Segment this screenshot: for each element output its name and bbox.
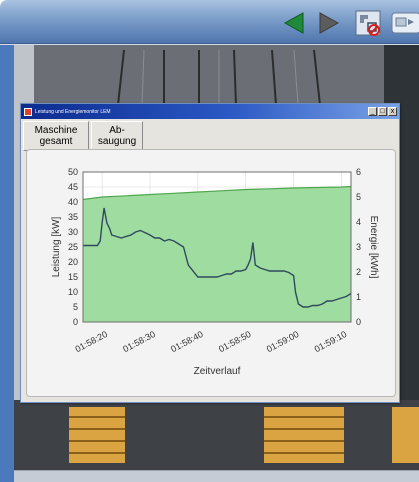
y-tick-label: 20	[68, 257, 78, 267]
power-energy-chart: 05101520253035404550012345601:58:20 01:58…	[51, 167, 379, 377]
energy-monitor-window: Leistung und Energiemonitor LEM _ □ x Ma…	[20, 103, 400, 403]
y-tick-label: 40	[68, 197, 78, 207]
y-tick-label: 5	[73, 302, 78, 312]
y2-tick-label: 2	[356, 267, 361, 277]
x-tick-label: 01:58:20	[73, 329, 109, 354]
arrow-left-icon[interactable]	[283, 11, 305, 35]
y-tick-label: 0	[73, 317, 78, 327]
y-tick-label: 50	[68, 167, 78, 177]
chart-panel: 0 5 10 15 20 25 30 35 40 45 50 0 1 2 3 4 5 6 01:58:20 01:58…	[26, 149, 396, 397]
x-tick-label: 01:59:10	[313, 329, 349, 354]
machine-total-button[interactable]: Maschine gesamt	[23, 121, 89, 151]
close-button[interactable]: x	[388, 107, 397, 116]
y-tick-label: 30	[68, 227, 78, 237]
x-axis-label: Zeitverlauf	[194, 366, 241, 377]
machine-off-icon[interactable]	[354, 9, 382, 37]
x-tick-label: 01:58:40	[169, 329, 205, 354]
window-toggle-icon[interactable]	[390, 9, 419, 37]
app-icon	[24, 107, 32, 116]
machine-total-label-2: gesamt	[39, 136, 73, 147]
app-frame: Leistung und Energiemonitor LEM _ □ x Ma…	[0, 0, 419, 482]
status-strip	[14, 470, 419, 482]
y-tick-label: 25	[68, 242, 78, 252]
window-toolbar: Maschine gesamt Ab- saugung	[21, 119, 399, 151]
minimize-button[interactable]: _	[368, 107, 377, 116]
y2-tick-label: 1	[356, 292, 361, 302]
y2-tick-label: 5	[356, 192, 361, 202]
y-tick-label: 10	[68, 287, 78, 297]
machine-total-label-1: Maschine	[34, 125, 78, 136]
y-axis-label: Leistung [kW]	[51, 216, 62, 277]
energy-area	[83, 186, 351, 322]
arrow-right-icon[interactable]	[318, 11, 340, 35]
x-tick-label: 01:58:50	[217, 329, 253, 354]
top-toolbar	[0, 0, 419, 44]
y2-axis-label: Energie [kWh]	[368, 216, 379, 279]
extraction-button[interactable]: Ab- saugung	[91, 121, 143, 151]
y2-tick-label: 3	[356, 242, 361, 252]
y2-tick-label: 6	[356, 167, 361, 177]
x-tick-label: 01:58:30	[121, 329, 157, 354]
x-tick-label: 01:59:00	[265, 329, 301, 354]
window-title: Leistung und Energiemonitor LEM	[35, 108, 111, 115]
side-panel-edge	[0, 45, 14, 482]
extraction-label-2: saugung	[97, 136, 137, 147]
extraction-label-1: Ab-	[109, 125, 125, 136]
window-titlebar[interactable]: Leistung und Energiemonitor LEM _ □ x	[21, 104, 399, 119]
y-tick-label: 15	[68, 272, 78, 282]
y-tick-label: 45	[68, 182, 78, 192]
y2-tick-label: 4	[356, 217, 361, 227]
maximize-button[interactable]: □	[378, 107, 387, 116]
y2-tick-label: 0	[356, 317, 361, 327]
y-tick-label: 35	[68, 212, 78, 222]
